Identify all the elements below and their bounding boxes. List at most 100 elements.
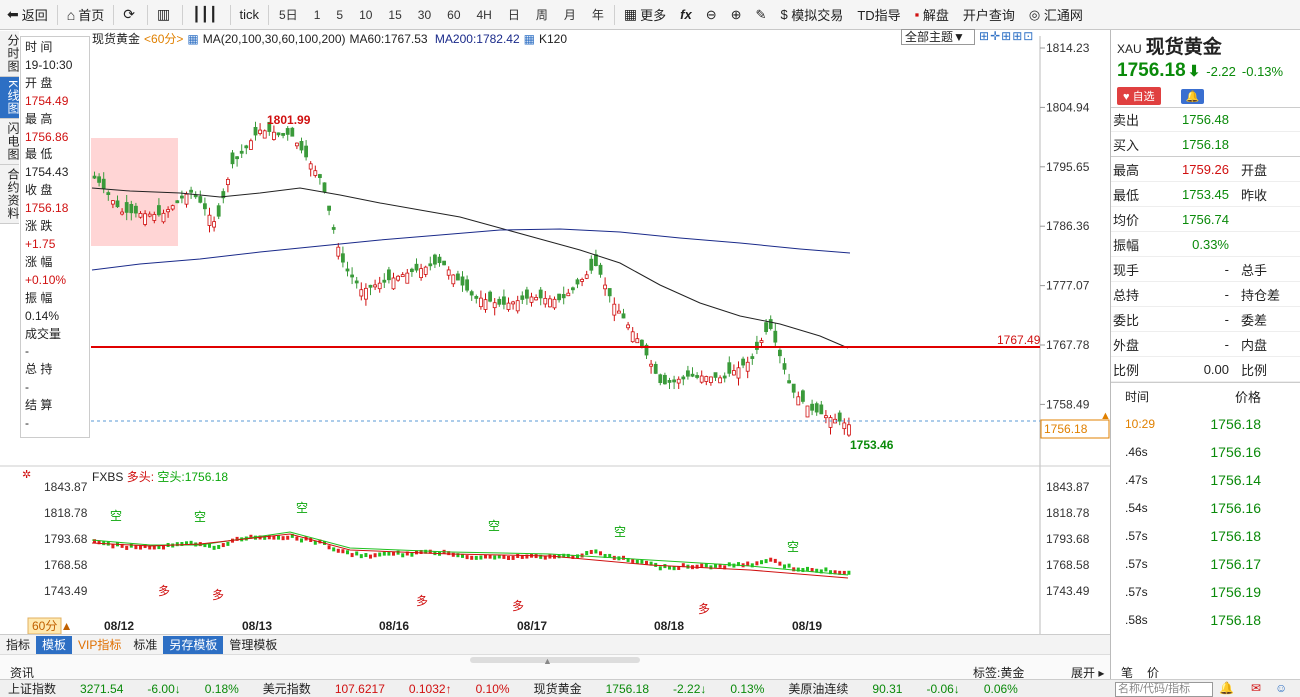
resize-handle[interactable] xyxy=(470,657,640,663)
candle xyxy=(672,379,676,383)
grid-icon[interactable]: ⊞ xyxy=(979,29,990,43)
period-button[interactable]: 60 xyxy=(439,0,468,30)
huitong-button[interactable]: ◎ 汇通网 xyxy=(1022,0,1090,30)
period-button[interactable]: 15 xyxy=(380,0,409,30)
ticker-name[interactable]: 现货黄金 xyxy=(534,680,582,697)
price-arrow-icon: ▲ xyxy=(1100,410,1110,422)
candle-chart-button[interactable]: ┃┃┃ xyxy=(185,0,227,30)
chevron-up-icon[interactable]: ▲ xyxy=(543,656,552,666)
low-marker: 1753.46 xyxy=(850,438,894,452)
tick-row: .57s 1756.17 xyxy=(1111,550,1300,578)
candle xyxy=(805,405,810,418)
tick-button[interactable]: tick xyxy=(233,0,267,30)
open-account-button[interactable]: 开户查询 xyxy=(956,0,1022,30)
short-signal: 空 xyxy=(614,525,626,539)
period-button[interactable]: 10 xyxy=(351,0,380,30)
mail-icon[interactable]: ✉ xyxy=(1251,681,1261,695)
grid-icon[interactable]: ⊞ xyxy=(1001,29,1012,43)
bell-icon[interactable]: 🔔 xyxy=(1180,88,1205,104)
expand-icon[interactable]: ⊡ xyxy=(1023,29,1034,43)
user-icon[interactable]: ☺ xyxy=(1275,681,1287,695)
zoom-in-button[interactable]: ⊕ xyxy=(724,0,749,30)
search-input[interactable]: 名称/代码/指标 xyxy=(1115,682,1213,697)
fxbs-bar xyxy=(336,548,340,553)
quote-stats: 最高 1759.26 开盘 最低 1753.45 昨收 均价 1756.74 振幅 0.33% 现手… xyxy=(1111,157,1300,382)
short-signal: 空 xyxy=(296,501,308,515)
candle xyxy=(571,287,575,291)
zoom-out-button[interactable]: ⊖ xyxy=(699,0,724,30)
candle xyxy=(534,297,538,301)
draw-button[interactable]: ✎ xyxy=(749,0,774,30)
period-button[interactable]: 月 xyxy=(556,0,584,30)
fxbs-bar xyxy=(378,552,382,557)
back-button[interactable]: ⬅ 返回 xyxy=(0,0,55,30)
decode-button[interactable]: ▪ 解盘 xyxy=(908,0,956,30)
period-button[interactable]: 5日 xyxy=(271,0,306,30)
candle xyxy=(345,268,350,272)
ticker-name[interactable]: 上证指数 xyxy=(8,680,56,697)
candle xyxy=(396,275,401,281)
candle xyxy=(170,205,175,210)
bell-icon[interactable]: 🔔 xyxy=(1219,681,1234,695)
manage-template-tab[interactable]: 管理模板 xyxy=(223,636,283,654)
fxbs-bar xyxy=(640,559,644,564)
home-button[interactable]: ⌂ 首页 xyxy=(60,0,111,30)
tick-price: 1756.18 xyxy=(1210,612,1261,628)
info-panel: 时 间 19-10:30 开 盘 1754.49 最 高 1756.86 最 低… xyxy=(20,36,90,438)
kline-chart[interactable]: 1767.49 1801.99 1753.46 1814.23 1804.94 17… xyxy=(0,30,1110,634)
candle xyxy=(676,378,681,384)
candle xyxy=(791,383,796,393)
ticker-p: 0.10% xyxy=(475,681,510,696)
indicator-tab[interactable]: 指标 xyxy=(0,636,36,654)
quote-row-label-2: 比例 xyxy=(1241,362,1268,378)
td-button[interactable]: TD指导 xyxy=(850,0,907,30)
axis-label: 1758.49 xyxy=(1046,397,1090,411)
save-template-tab[interactable]: 另存模板 xyxy=(163,635,224,654)
fxbs-bar xyxy=(764,559,768,564)
candle xyxy=(432,254,437,265)
fxbs-bar xyxy=(139,545,142,550)
period-button[interactable]: 日 xyxy=(500,0,528,30)
fxbs-bar xyxy=(622,555,625,560)
ticker-name[interactable]: 美原油连续 xyxy=(788,680,848,697)
settings-icon[interactable]: ✲ xyxy=(22,469,31,481)
period-button[interactable]: 4H xyxy=(469,0,500,30)
standard-tab[interactable]: 标准 xyxy=(127,636,163,654)
candle xyxy=(501,296,506,305)
quote-name: 现货黄金 xyxy=(1145,37,1222,58)
fxbs-bar xyxy=(824,567,828,572)
fxbs-bar xyxy=(470,555,474,560)
candle xyxy=(336,246,341,257)
refresh-button[interactable]: ⟳ xyxy=(116,0,145,30)
period-button[interactable]: 年 xyxy=(584,0,612,30)
candle xyxy=(745,361,750,372)
period-button[interactable]: 周 xyxy=(528,0,556,30)
period-button[interactable]: 30 xyxy=(410,0,439,30)
home-icon: ⌂ xyxy=(66,6,76,23)
sim-trade-button[interactable]: $ 模拟交易 xyxy=(773,0,850,30)
template-tab[interactable]: 模板 xyxy=(36,635,73,654)
ticker-p: 0.13% xyxy=(730,681,765,696)
more-button[interactable]: ▦ 更多 xyxy=(617,0,673,30)
quote-row: 总持 - 持仓差 xyxy=(1111,282,1300,307)
ticks-header: 时间 价格 xyxy=(1111,382,1300,410)
fxbs-bar xyxy=(129,543,133,548)
ticks-list: 10:29 1756.18 .46s 1756.16 .47s 1756.14 .54s 17… xyxy=(1111,410,1300,634)
period-button[interactable]: 1 xyxy=(306,0,329,30)
quote-row: 外盘 - 内盘 xyxy=(1111,332,1300,357)
fxbs-bar xyxy=(778,561,782,566)
sub-legend-name: FXBS xyxy=(92,470,124,484)
ticker-name[interactable]: 美元指数 xyxy=(263,680,311,697)
period-button[interactable]: 5 xyxy=(328,0,351,30)
vip-indicator-tab[interactable]: VIP指标 xyxy=(72,636,127,654)
theme-select[interactable]: 全部主题▼ xyxy=(901,29,975,45)
candle xyxy=(598,264,603,275)
candle xyxy=(828,417,833,428)
fxbs-bar xyxy=(783,564,786,569)
watch-button[interactable]: ♥ 自选 xyxy=(1117,87,1161,105)
bar-chart-button[interactable]: ▥ xyxy=(150,0,180,30)
fx-button[interactable]: fx xyxy=(673,0,699,30)
grid-icon[interactable]: ⊞ xyxy=(1012,29,1023,43)
cross-icon[interactable]: ✛ xyxy=(990,29,1001,43)
fxbs-bar xyxy=(585,551,589,556)
